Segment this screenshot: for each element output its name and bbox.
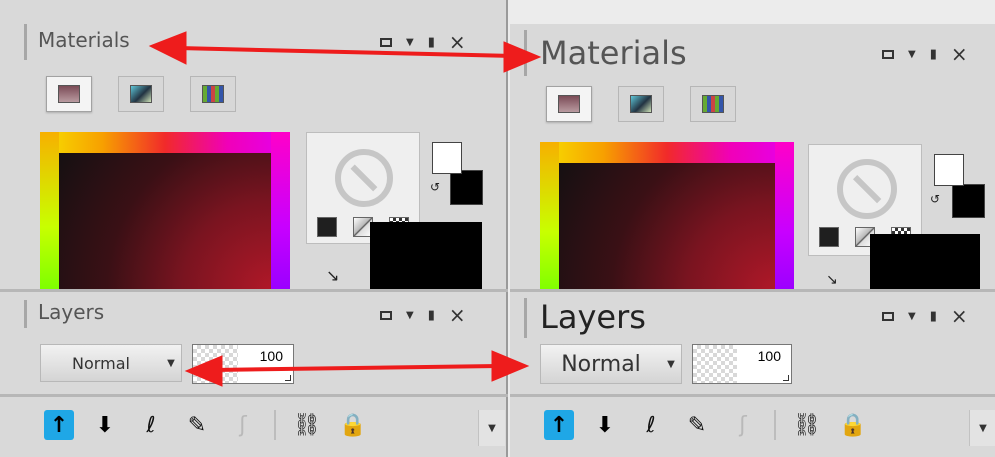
restore-icon[interactable] [380,310,392,320]
close-icon[interactable]: × [449,305,466,325]
swap-materials-icon[interactable]: ↘ [326,266,339,285]
move-layer-up-icon[interactable]: ↑ [44,410,74,440]
foreground-swatch[interactable] [432,142,462,174]
move-layer-down-icon[interactable]: ⬇ [590,410,620,440]
more-dropdown-icon[interactable]: ▼ [969,410,995,446]
no-material-icon [335,149,393,207]
materials-window-controls: ▼ ▮ × [380,32,466,52]
opacity-value: 100 [757,348,781,364]
materials-grip[interactable] [24,24,27,60]
saturation-lightness-box[interactable] [559,163,775,292]
materials-title: Materials [38,28,130,52]
swatches-tab-icon [202,85,224,103]
opacity-value: 100 [259,348,283,364]
swatches-tab-button[interactable] [190,76,236,112]
lock-icon[interactable]: 🔒 [338,410,368,440]
blend-mode-value: Normal [561,351,641,377]
close-icon[interactable]: × [951,306,968,326]
visibility-icon[interactable]: ℓ [136,410,166,440]
blend-mode-select[interactable]: Normal ▼ [40,344,182,382]
transparency-checker [193,345,238,383]
pin-icon[interactable]: ▮ [930,309,937,324]
layer-properties-icon[interactable]: ✎ [682,410,712,440]
dropdown-caret-icon[interactable]: ▼ [908,49,916,60]
chevron-down-icon[interactable]: ▼ [661,359,681,370]
toolbar-divider [510,394,995,397]
gradient-tab-button[interactable] [618,86,664,122]
swatches-tab-icon [702,95,724,113]
restore-icon[interactable] [882,49,894,59]
link-icon[interactable]: ⛓ [792,410,822,440]
swatches-tab-button[interactable] [690,86,736,122]
pin-icon[interactable]: ▮ [428,308,435,323]
blend-mode-value: Normal [72,353,130,373]
opacity-field[interactable]: 100 [692,344,792,384]
saturation-lightness-box[interactable] [59,153,271,290]
close-icon[interactable]: × [449,32,466,52]
layers-grip[interactable] [524,298,527,338]
chevron-down-icon[interactable]: ▼ [161,358,181,369]
left-panel: Materials ▼ ▮ × ↺ ↘ Layers ▼ ▮ × Normal … [0,0,508,457]
toolbar-separator [274,410,276,440]
background-material[interactable] [870,234,980,292]
pin-icon[interactable]: ▮ [428,35,435,50]
materials-title: Materials [540,34,687,72]
swap-colors-icon[interactable]: ↺ [930,192,940,206]
move-layer-down-icon[interactable]: ⬇ [90,410,120,440]
foreground-swatch[interactable] [934,154,964,186]
layers-window-controls: ▼ ▮ × [882,306,968,326]
lock-icon[interactable]: 🔒 [838,410,868,440]
right-panel: Materials ▼ ▮ × ↺ ↘ Layers ▼ ▮ × Normal … [510,24,995,457]
gradient-tab-button[interactable] [118,76,164,112]
pin-icon[interactable]: ▮ [930,47,937,62]
resize-corner-icon [783,375,789,381]
mask-icon[interactable]: ʃ [728,410,758,440]
layers-title: Layers [38,300,105,324]
move-layer-up-icon[interactable]: ↑ [544,410,574,440]
mask-icon[interactable]: ʃ [228,410,258,440]
swap-colors-icon[interactable]: ↺ [430,180,440,194]
background-material[interactable] [370,222,482,292]
layers-title: Layers [540,298,646,336]
layers-toolbar: ↑ ⬇ ℓ ✎ ʃ ⛓ 🔒 [544,410,884,440]
materials-grip[interactable] [524,30,527,76]
frame-tab-icon [58,85,80,103]
restore-icon[interactable] [882,311,894,321]
gradient-tab-icon [130,85,152,103]
transparency-checker [693,345,738,383]
layer-properties-icon[interactable]: ✎ [182,410,212,440]
background-swatch[interactable] [952,184,985,218]
link-icon[interactable]: ⛓ [292,410,322,440]
solid-color-icon[interactable] [819,227,839,247]
visibility-icon[interactable]: ℓ [636,410,666,440]
frame-tab-icon [558,95,580,113]
restore-icon[interactable] [380,37,392,47]
dropdown-caret-icon[interactable]: ▼ [908,311,916,322]
materials-window-controls: ▼ ▮ × [882,44,968,64]
panel-divider [0,289,508,292]
frame-tab-button[interactable] [546,86,592,122]
gradient-tab-icon [630,95,652,113]
more-dropdown-icon[interactable]: ▼ [478,410,505,446]
layers-grip[interactable] [24,300,27,328]
blend-mode-select[interactable]: Normal ▼ [540,344,682,384]
close-icon[interactable]: × [951,44,968,64]
solid-color-icon[interactable] [317,217,337,237]
background-swatch[interactable] [450,170,483,205]
layers-toolbar: ↑ ⬇ ℓ ✎ ʃ ⛓ 🔒 [44,410,384,440]
swap-materials-icon[interactable]: ↘ [826,272,838,288]
color-picker[interactable] [540,142,794,292]
panel-divider [510,289,995,292]
frame-tab-button[interactable] [46,76,92,112]
dropdown-caret-icon[interactable]: ▼ [406,37,414,48]
dropdown-caret-icon[interactable]: ▼ [406,310,414,321]
layers-window-controls: ▼ ▮ × [380,305,466,325]
opacity-field[interactable]: 100 [192,344,294,384]
toolbar-separator [774,410,776,440]
color-picker[interactable] [40,132,290,290]
no-material-icon [837,159,897,219]
toolbar-divider [0,394,508,397]
resize-corner-icon [285,375,291,381]
